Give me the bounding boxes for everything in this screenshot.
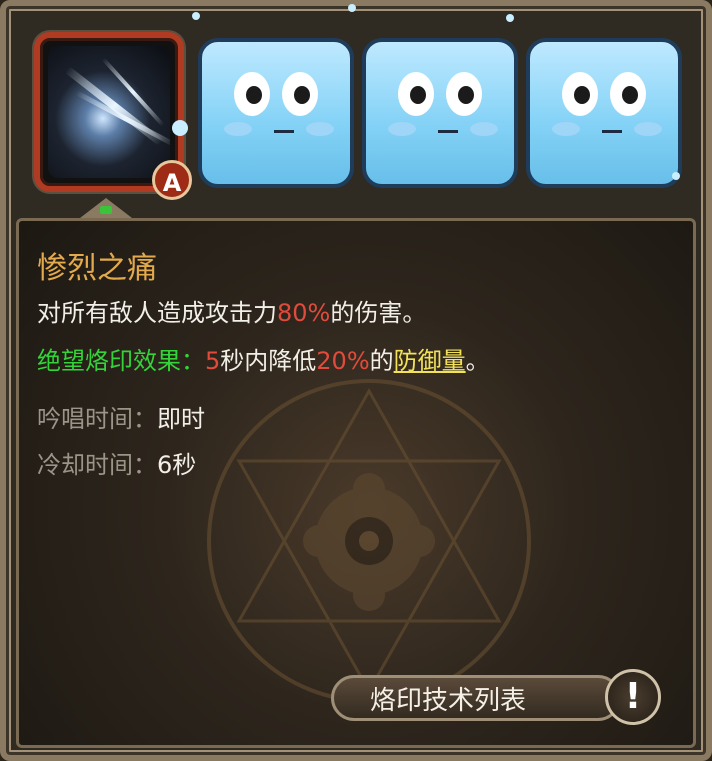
auto-badge: A (152, 160, 192, 200)
skill-slot-2[interactable] (198, 38, 354, 188)
mark-effect: 绝望烙印效果：5秒内降低20%的防御量。 (37, 347, 490, 375)
skill-slot-bar: A (12, 4, 700, 200)
skill-name: 惨烈之痛 (37, 251, 157, 286)
cast-time: 吟唱时间：即时 (37, 405, 205, 433)
info-icon[interactable]: ! (605, 669, 661, 725)
cooldown-time: 冷却时间：6秒 (37, 451, 197, 479)
pointer-gem-icon (100, 206, 112, 214)
mark-skill-list-button[interactable]: 烙印技术列表 ! (331, 669, 671, 727)
defense-stat-link[interactable]: 防御量 (394, 347, 466, 375)
skill-slot-4[interactable] (526, 38, 682, 188)
brand-emblem-icon (207, 379, 531, 703)
mark-skill-list-label: 烙印技术列表 (370, 686, 527, 716)
skill-art-icon (48, 46, 170, 178)
skill-description: 对所有敌人造成攻击力80%的伤害。 (37, 299, 427, 327)
skill-info-panel: 惨烈之痛 对所有敌人造成攻击力80%的伤害。 绝望烙印效果：5秒内降低20%的防… (16, 218, 696, 748)
skill-slot-3[interactable] (362, 38, 518, 188)
skill-slot-selected[interactable]: A (34, 32, 192, 200)
